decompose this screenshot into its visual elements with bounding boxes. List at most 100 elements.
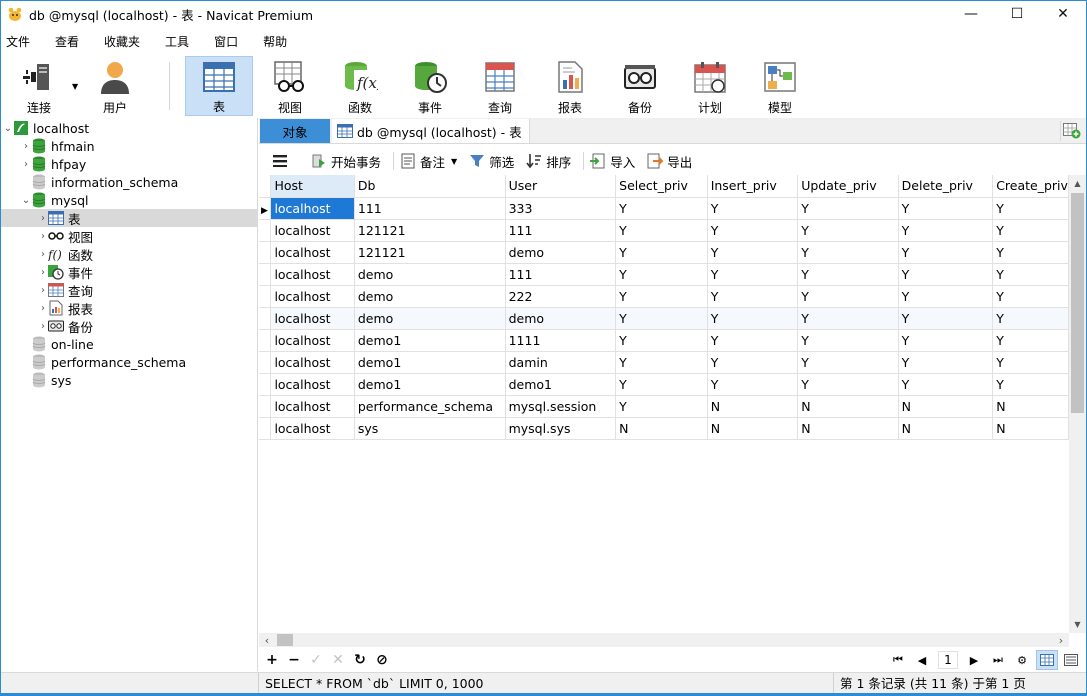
tree-item-views[interactable]: › 视图: [1, 227, 258, 245]
expand-arrow-icon[interactable]: ›: [21, 159, 31, 170]
tab-objects[interactable]: 对象: [260, 119, 330, 143]
table-row[interactable]: localhost performance_schema mysql.sessi…: [259, 395, 1069, 418]
table-row[interactable]: localhost demo1 1111 Y Y Y Y Y: [259, 329, 1069, 352]
table-cell[interactable]: Y: [992, 351, 1069, 374]
table-cell[interactable]: Y: [797, 285, 899, 308]
table-cell[interactable]: Y: [615, 351, 708, 374]
table-cell[interactable]: Y: [992, 285, 1069, 308]
table-cell[interactable]: Y: [898, 263, 994, 286]
table-cell[interactable]: N: [898, 417, 994, 440]
begin-transaction-button[interactable]: 开始事务: [311, 152, 381, 171]
first-page-icon[interactable]: ⏮: [886, 650, 910, 670]
table-cell[interactable]: localhost: [270, 241, 355, 264]
expand-arrow-icon[interactable]: ›: [38, 321, 48, 332]
table-cell[interactable]: demo1: [354, 329, 506, 352]
expand-arrow-icon[interactable]: ›: [38, 285, 48, 296]
table-cell[interactable]: 111: [505, 263, 617, 286]
table-cell[interactable]: N: [797, 417, 899, 440]
table-cell[interactable]: Y: [797, 219, 899, 242]
expand-arrow-icon[interactable]: ›: [21, 141, 31, 152]
table-cell[interactable]: N: [898, 395, 994, 418]
table-cell[interactable]: demo: [505, 307, 617, 330]
table-cell[interactable]: localhost: [270, 219, 355, 242]
table-cell[interactable]: Y: [898, 373, 994, 396]
table-cell[interactable]: Y: [707, 219, 799, 242]
table-cell[interactable]: Y: [797, 197, 899, 220]
memo-button[interactable]: 备注 ▼: [400, 152, 457, 171]
table-row[interactable]: localhost demo 222 Y Y Y Y Y: [259, 285, 1069, 308]
table-row[interactable]: localhost demo 111 Y Y Y Y Y: [259, 263, 1069, 286]
table-cell[interactable]: Y: [797, 263, 899, 286]
minimize-button[interactable]: —: [948, 1, 994, 27]
tree-item-tables[interactable]: › 表: [1, 209, 258, 227]
table-cell[interactable]: 222: [505, 285, 617, 308]
table-cell[interactable]: Y: [615, 263, 708, 286]
table-cell[interactable]: Y: [707, 197, 799, 220]
table-cell[interactable]: Y: [707, 351, 799, 374]
tree-item-hfmain[interactable]: › hfmain: [1, 137, 258, 155]
table-row[interactable]: localhost demo1 damin Y Y Y Y Y: [259, 351, 1069, 374]
tree-item-localhost[interactable]: ⌄ localhost: [1, 119, 258, 137]
table-cell[interactable]: demo: [354, 285, 506, 308]
tree-item-reports[interactable]: › 报表: [1, 299, 258, 317]
stop-icon[interactable]: ⊘: [371, 650, 393, 670]
toolbar-event-button[interactable]: 事件: [396, 56, 464, 116]
table-cell[interactable]: localhost: [270, 329, 355, 352]
table-cell[interactable]: 121121: [354, 219, 506, 242]
toolbar-schedule-button[interactable]: 计划: [676, 56, 744, 116]
table-cell[interactable]: demo1: [354, 351, 506, 374]
toolbar-connect-button[interactable]: 连接: [5, 56, 73, 116]
horizontal-scrollbar[interactable]: ‹ ›: [259, 633, 1069, 647]
table-cell[interactable]: localhost: [270, 197, 355, 220]
table-row[interactable]: localhost 121121 demo Y Y Y Y Y: [259, 241, 1069, 264]
table-cell[interactable]: Y: [898, 219, 994, 242]
column-header[interactable]: Delete_priv: [898, 175, 994, 198]
table-cell[interactable]: Y: [707, 329, 799, 352]
table-row[interactable]: localhost 121121 111 Y Y Y Y Y: [259, 219, 1069, 242]
menu-hamburger-icon[interactable]: [273, 155, 287, 167]
collapse-arrow-icon[interactable]: ⌄: [3, 123, 13, 134]
filter-button[interactable]: 筛选: [469, 152, 514, 171]
table-cell[interactable]: demo1: [505, 373, 617, 396]
export-button[interactable]: 导出: [647, 152, 692, 171]
table-cell[interactable]: Y: [898, 241, 994, 264]
expand-arrow-icon[interactable]: ›: [38, 213, 48, 224]
table-row[interactable]: localhost demo1 demo1 Y Y Y Y Y: [259, 373, 1069, 396]
table-cell[interactable]: Y: [615, 373, 708, 396]
expand-arrow-icon[interactable]: ›: [38, 303, 48, 314]
table-cell[interactable]: 333: [505, 197, 617, 220]
table-cell[interactable]: Y: [797, 307, 899, 330]
discard-changes-icon[interactable]: ✕: [327, 650, 349, 670]
column-header[interactable]: Db: [354, 175, 506, 198]
table-cell[interactable]: Y: [707, 307, 799, 330]
table-cell[interactable]: 111: [505, 219, 617, 242]
sort-button[interactable]: 排序: [526, 152, 571, 171]
refresh-icon[interactable]: ↻: [349, 650, 371, 670]
tree-item-backups[interactable]: › 备份: [1, 317, 258, 335]
table-cell[interactable]: Y: [615, 329, 708, 352]
table-cell[interactable]: sys: [354, 417, 506, 440]
add-record-icon[interactable]: +: [261, 650, 283, 670]
table-cell[interactable]: localhost: [270, 285, 355, 308]
tree-item-queries[interactable]: › 查询: [1, 281, 258, 299]
table-cell[interactable]: demo: [505, 241, 617, 264]
table-cell[interactable]: demo: [354, 263, 506, 286]
connect-dropdown-caret-icon[interactable]: ▼: [72, 82, 78, 91]
table-cell[interactable]: 111: [354, 197, 506, 220]
column-header[interactable]: Insert_priv: [707, 175, 799, 198]
scrollbar-thumb[interactable]: [277, 634, 293, 646]
toolbar-model-button[interactable]: 模型: [746, 56, 814, 116]
table-cell[interactable]: Y: [992, 307, 1069, 330]
table-cell[interactable]: 1111: [505, 329, 617, 352]
toolbar-view-button[interactable]: 视图: [256, 56, 324, 116]
expand-arrow-icon[interactable]: ›: [38, 231, 48, 242]
menu-window[interactable]: 窗口: [209, 33, 250, 50]
table-cell[interactable]: N: [797, 395, 899, 418]
tree-item-performance-schema[interactable]: performance_schema: [1, 353, 258, 371]
table-cell[interactable]: N: [992, 395, 1069, 418]
settings-gear-icon[interactable]: ⚙: [1010, 650, 1034, 670]
table-cell[interactable]: demo1: [354, 373, 506, 396]
toolbar-query-button[interactable]: 查询: [466, 56, 534, 116]
table-cell[interactable]: Y: [615, 197, 708, 220]
tree-item-sys[interactable]: sys: [1, 371, 258, 389]
